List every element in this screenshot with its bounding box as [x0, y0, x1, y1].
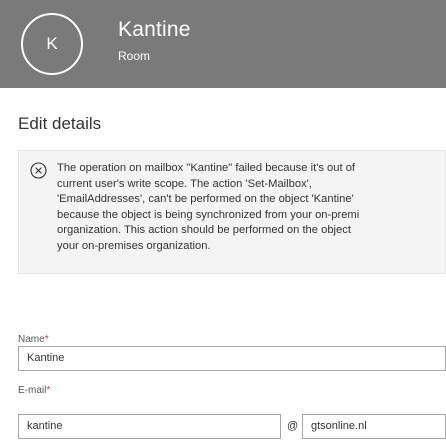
email-label-text: E-mail: [18, 385, 47, 396]
page-title: Edit details: [18, 114, 102, 133]
avatar: K: [21, 13, 83, 75]
name-label-text: Name: [18, 334, 45, 345]
error-message-box: The operation on mailbox "Kantine" faile…: [18, 150, 446, 274]
email-label: E-mail*: [18, 385, 50, 396]
close-circle-icon: [30, 162, 47, 179]
name-field[interactable]: Kantine: [18, 346, 446, 371]
at-sign: @: [287, 420, 299, 432]
error-message-text: The operation on mailbox "Kantine" faile…: [57, 162, 360, 252]
avatar-initial: K: [46, 34, 58, 53]
email-domain-select[interactable]: gtsonline.nl: [302, 414, 446, 439]
header-banner: K Kantine Room: [0, 0, 446, 88]
required-marker: *: [44, 334, 49, 345]
required-marker: *: [46, 385, 51, 396]
name-label: Name*: [18, 334, 49, 345]
email-alias-field[interactable]: kantine: [18, 414, 281, 439]
mailbox-name: Kantine: [118, 18, 191, 41]
mailbox-type: Room: [118, 49, 151, 63]
